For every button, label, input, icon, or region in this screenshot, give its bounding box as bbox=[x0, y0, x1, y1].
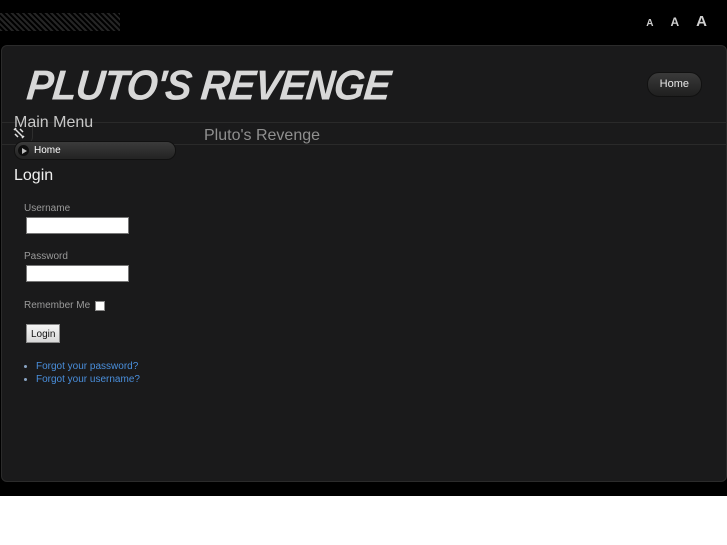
login-form: Username Password Remember Me Login bbox=[24, 203, 176, 343]
site-logo[interactable]: Pluto's Revenge bbox=[25, 63, 392, 109]
password-input[interactable] bbox=[26, 265, 129, 282]
page-title: Pluto's Revenge bbox=[204, 127, 321, 144]
username-input[interactable] bbox=[26, 217, 129, 234]
forgot-username-link[interactable]: Forgot your username? bbox=[36, 373, 176, 386]
password-label: Password bbox=[24, 251, 68, 262]
sidebar: Main Menu Home Login Username Password R… bbox=[14, 114, 176, 386]
font-size-controls: A A A bbox=[646, 13, 707, 30]
main-menu-title: Main Menu bbox=[14, 114, 94, 131]
login-links: Forgot your password? Forgot your userna… bbox=[14, 360, 176, 386]
forgot-password-link[interactable]: Forgot your password? bbox=[36, 360, 176, 373]
menu-item-home[interactable]: Home bbox=[14, 141, 176, 160]
login-button[interactable]: Login bbox=[26, 324, 61, 343]
play-icon bbox=[18, 145, 29, 156]
font-size-medium-button[interactable]: A bbox=[670, 15, 679, 29]
site-header: Pluto's Revenge Home bbox=[2, 46, 726, 123]
remember-me-checkbox[interactable] bbox=[95, 300, 106, 311]
remember-me-row: Remember Me bbox=[24, 300, 176, 311]
remember-me-label: Remember Me bbox=[24, 300, 91, 311]
menu-item-label: Home bbox=[34, 145, 61, 156]
font-size-large-button[interactable]: A bbox=[696, 13, 707, 30]
font-size-small-button[interactable]: A bbox=[646, 18, 653, 29]
username-label: Username bbox=[24, 203, 71, 214]
login-title: Login bbox=[14, 167, 54, 184]
decorative-pattern bbox=[0, 13, 120, 31]
nav-home-button[interactable]: Home bbox=[646, 72, 702, 97]
